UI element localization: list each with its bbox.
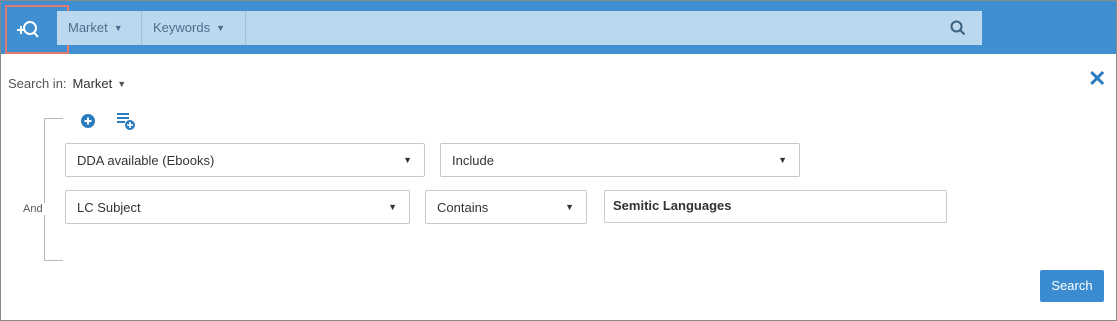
search-button[interactable]: Search [1040, 270, 1104, 302]
search-in[interactable]: Search in: Market ▼ [8, 76, 126, 91]
search-in-label: Search in: [8, 76, 67, 91]
group-operator: And [21, 203, 45, 215]
select-value: Include [452, 153, 494, 168]
field-dropdown[interactable]: Keywords ▼ [153, 11, 225, 45]
condition-2-value-input[interactable]: Semitic Languages [604, 190, 947, 223]
caret-down-icon: ▼ [117, 79, 127, 89]
select-value: Contains [437, 200, 489, 215]
caret-down-icon: ▼ [778, 155, 787, 165]
group-bracket [44, 118, 63, 261]
caret-down-icon: ▼ [403, 155, 412, 165]
input-value: Semitic Languages [613, 198, 732, 213]
condition-2-field-select[interactable]: LC Subject ▼ [65, 190, 410, 224]
condition-1-field-select[interactable]: DDA available (Ebooks) ▼ [65, 143, 425, 177]
divider [245, 11, 246, 45]
field-dropdown-label: Keywords [153, 20, 211, 35]
plus-circle-icon[interactable] [81, 114, 95, 128]
bracket-top [45, 118, 63, 119]
select-value: DDA available (Ebooks) [77, 153, 215, 168]
caret-down-icon: ▼ [565, 202, 574, 212]
caret-down-icon: ▼ [113, 23, 123, 33]
close-icon[interactable]: ✕ [1088, 66, 1106, 92]
search-bar[interactable]: Market ▼ Keywords ▼ [57, 11, 982, 45]
magnifier-icon[interactable] [950, 20, 966, 36]
search-in-value: Market [72, 76, 113, 91]
top-bar: Market ▼ Keywords ▼ [1, 1, 1116, 54]
advanced-search-icon [17, 21, 39, 38]
add-list-icon[interactable] [116, 111, 136, 131]
bracket-bottom [45, 260, 63, 261]
divider [141, 11, 142, 45]
scope-dropdown-label: Market [68, 20, 108, 35]
condition-2-operator-select[interactable]: Contains ▼ [425, 190, 587, 224]
select-value: LC Subject [77, 200, 141, 215]
caret-down-icon: ▼ [216, 23, 225, 33]
condition-1-operator-select[interactable]: Include ▼ [440, 143, 800, 177]
caret-down-icon: ▼ [388, 202, 397, 212]
scope-dropdown[interactable]: Market ▼ [68, 11, 123, 45]
